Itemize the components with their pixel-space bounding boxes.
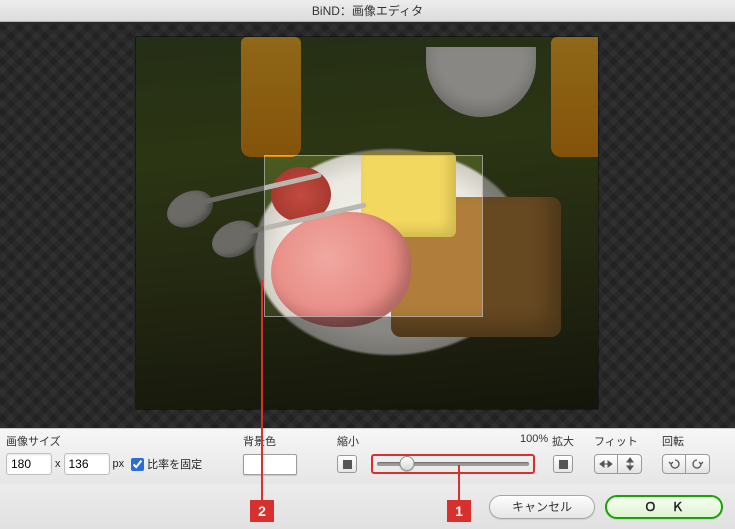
fit-horizontal-icon xyxy=(599,459,613,469)
fit-horizontal-button[interactable] xyxy=(594,454,618,474)
cancel-button[interactable]: キャンセル xyxy=(489,495,595,519)
label-shrink: 縮小 xyxy=(337,433,359,449)
image-editor-window: BiND：画像エディタ 画像サイズ 背景色 縮小 100% 拡大 xyxy=(0,0,735,529)
label-fit: フィット xyxy=(594,433,638,449)
zoom-out-icon xyxy=(343,460,352,469)
zoom-in-icon xyxy=(559,460,568,469)
footer-button-row: キャンセル Ｏ Ｋ xyxy=(0,484,735,529)
annotation-leader-1 xyxy=(458,465,460,503)
label-100pct: 100% xyxy=(520,433,548,445)
lock-ratio-checkbox[interactable] xyxy=(131,458,144,471)
canvas-area[interactable] xyxy=(0,22,735,428)
crop-selection[interactable] xyxy=(265,156,482,316)
titlebar: BiND：画像エディタ xyxy=(0,0,735,22)
size-x-separator: x xyxy=(55,458,61,470)
toolbar: 画像サイズ 背景色 縮小 100% 拡大 フィット 回転 x px 比率を固定 xyxy=(0,428,735,484)
annotation-marker-2: 2 xyxy=(250,500,274,522)
label-bg-color: 背景色 xyxy=(243,433,276,449)
rotate-cw-icon xyxy=(691,458,705,470)
fit-vertical-icon xyxy=(625,457,635,471)
zoom-slider[interactable] xyxy=(371,454,535,474)
width-input[interactable] xyxy=(6,453,52,475)
rotate-cw-button[interactable] xyxy=(686,454,710,474)
bg-color-swatch[interactable] xyxy=(243,454,297,475)
label-enlarge: 拡大 xyxy=(552,433,574,449)
label-image-size: 画像サイズ xyxy=(6,433,61,449)
height-input[interactable] xyxy=(64,453,110,475)
annotation-marker-1: 1 xyxy=(447,500,471,522)
ok-button[interactable]: Ｏ Ｋ xyxy=(605,495,723,519)
rotate-ccw-icon xyxy=(667,458,681,470)
rotate-ccw-button[interactable] xyxy=(662,454,686,474)
annotation-leader-2 xyxy=(261,280,263,503)
edited-image[interactable] xyxy=(136,37,598,409)
px-label: px xyxy=(113,458,125,470)
lock-ratio-label: 比率を固定 xyxy=(147,456,202,472)
window-title: BiND：画像エディタ xyxy=(312,4,423,18)
zoom-in-button[interactable] xyxy=(553,455,573,473)
label-rotate: 回転 xyxy=(662,433,684,449)
zoom-slider-thumb[interactable] xyxy=(400,456,415,471)
zoom-out-button[interactable] xyxy=(337,455,357,473)
fit-vertical-button[interactable] xyxy=(618,454,642,474)
